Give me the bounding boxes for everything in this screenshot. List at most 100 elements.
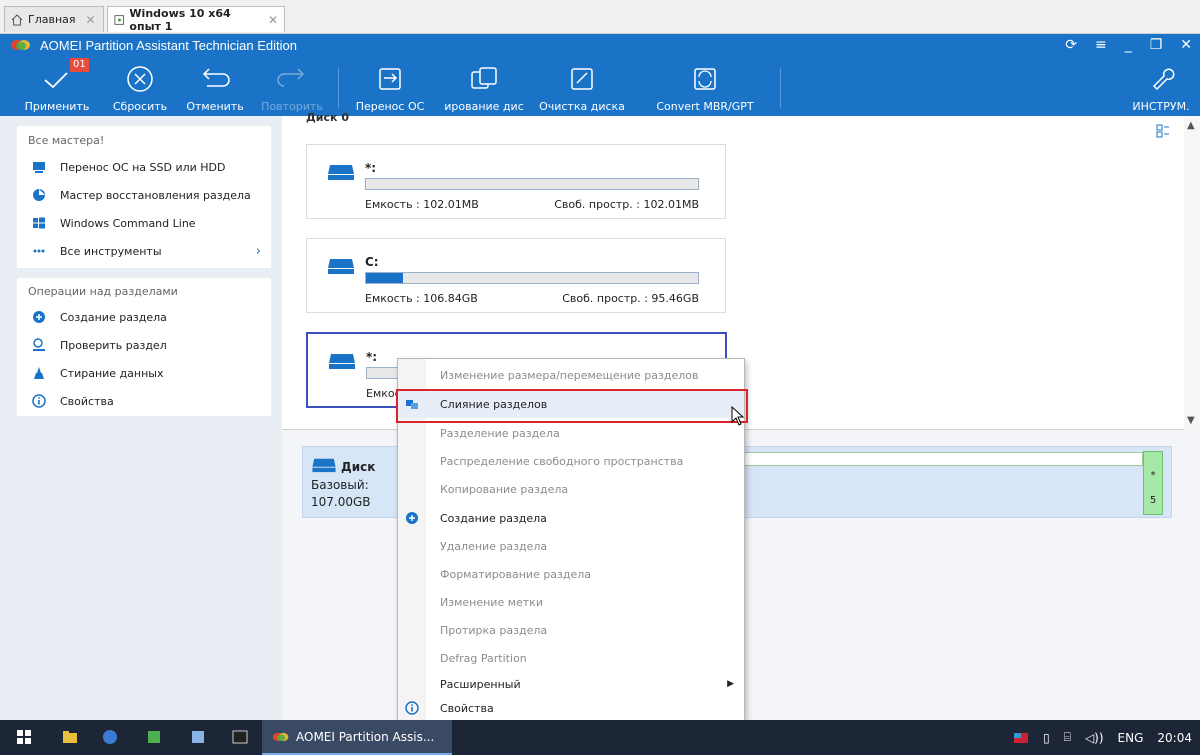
view-toggle-icon[interactable]: [1156, 124, 1170, 138]
vm-tab-label: Главная: [28, 13, 76, 26]
partition-free: Своб. простр. : 102.01MB: [554, 198, 699, 211]
app-icon[interactable]: [146, 729, 162, 745]
reset-button[interactable]: Сбросить: [108, 60, 172, 114]
command-prompt-icon[interactable]: [232, 729, 248, 745]
toolbar: 01 Применить Сбросить Отменить Повторить…: [0, 56, 1200, 116]
info-icon: [405, 701, 419, 715]
convert-mbr-gpt-button[interactable]: Convert MBR/GPT: [650, 60, 760, 114]
windows-icon: [33, 217, 45, 229]
create-partition-icon: [33, 311, 45, 323]
vm-tab-windows10[interactable]: Windows 10 x64 опыт 1 ✕: [107, 6, 285, 33]
wizard-all-tools[interactable]: Все инструменты ›: [17, 240, 271, 262]
menu-item-change-label[interactable]: Изменение метки: [398, 588, 744, 616]
system-tray: ▯ ⌸ ◁)) ENG 20:04: [1013, 720, 1192, 755]
battery-icon[interactable]: ▯: [1043, 731, 1050, 745]
left-sidebar: Все мастера! Перенос ОС на SSD или HDD М…: [0, 116, 282, 720]
op-label: Создание раздела: [60, 310, 167, 324]
app-title: AOMEI Partition Assistant Technician Edi…: [40, 37, 297, 53]
start-icon[interactable]: [16, 729, 32, 745]
menu-item-allocate-free-space[interactable]: Распределение свободного пространства: [398, 447, 744, 475]
tools-button[interactable]: ИНСТРУМ.: [1126, 60, 1196, 114]
vertical-scrollbar[interactable]: ▲ ▼: [1184, 116, 1200, 430]
op-label: Свойства: [60, 394, 114, 408]
scroll-down-icon[interactable]: ▼: [1187, 415, 1195, 426]
cancel-circle-icon: [127, 66, 153, 92]
menu-item-format[interactable]: Форматирование раздела: [398, 560, 744, 588]
minimize-icon[interactable]: _: [1125, 37, 1132, 53]
wipe-disk-button[interactable]: Очистка диска: [532, 60, 632, 114]
merge-icon: [406, 400, 418, 409]
menu-icon[interactable]: ≡: [1095, 37, 1107, 53]
menu-item-resize-move[interactable]: Изменение размера/перемещение разделов: [398, 361, 744, 389]
tools-label: ИНСТРУМ.: [1132, 100, 1190, 113]
refresh-icon[interactable]: ⟳: [1065, 37, 1077, 53]
partition-card[interactable]: *: Емкость : 102.01MB Своб. простр. : 10…: [306, 144, 726, 219]
menu-item-properties[interactable]: Свойства: [398, 694, 744, 722]
partition-name: *:: [366, 350, 378, 364]
context-menu: Изменение размера/перемещение разделов С…: [396, 358, 748, 722]
partition-name: C:: [365, 255, 379, 269]
vm-tab-label: Windows 10 x64 опыт 1: [129, 6, 231, 33]
menu-item-merge[interactable]: Слияние разделов: [396, 389, 748, 423]
menu-item-label: Копирование раздела: [440, 482, 569, 496]
more-icon: [33, 249, 45, 253]
menu-item-label: Свойства: [440, 701, 494, 715]
op-check-partition[interactable]: Проверить раздел: [17, 334, 271, 356]
partition-icon: [328, 259, 354, 274]
menu-item-split[interactable]: Разделение раздела: [398, 419, 744, 447]
close-icon[interactable]: ✕: [268, 13, 278, 27]
disk-partition-bar[interactable]: [743, 452, 1143, 466]
unallocated-block[interactable]: * 5: [1143, 451, 1163, 515]
create-partition-icon: [406, 512, 418, 524]
volume-icon[interactable]: ◁)): [1085, 731, 1104, 745]
app-icon[interactable]: [190, 729, 206, 745]
scroll-up-icon[interactable]: ▲: [1187, 120, 1195, 131]
op-wipe-data[interactable]: Стирание данных: [17, 362, 271, 384]
migrate-os-icon: [379, 68, 401, 90]
file-explorer-icon[interactable]: [62, 729, 78, 745]
menu-item-defrag[interactable]: Defrag Partition: [398, 644, 744, 672]
op-properties[interactable]: Свойства: [17, 390, 271, 412]
taskbar-app-aomei[interactable]: AOMEI Partition Assis...: [262, 720, 452, 755]
clock[interactable]: 20:04: [1157, 731, 1192, 745]
close-icon[interactable]: ✕: [86, 13, 96, 27]
vm-tab-home[interactable]: Главная ✕: [4, 6, 104, 32]
partition-card[interactable]: C: Емкость : 106.84GB Своб. простр. : 95…: [306, 238, 726, 313]
undo-icon: [202, 68, 230, 87]
menu-item-copy[interactable]: Копирование раздела: [398, 475, 744, 503]
wizard-recovery[interactable]: Мастер восстановления раздела: [17, 184, 271, 206]
partition-free: Своб. простр. : 95.46GB: [562, 292, 699, 305]
menu-item-wipe[interactable]: Протирка раздела: [398, 616, 744, 644]
restore-icon[interactable]: ❐: [1150, 37, 1163, 53]
disk-header: Диск 0: [306, 111, 349, 124]
wizard-command-line[interactable]: Windows Command Line: [17, 212, 271, 234]
menu-item-create[interactable]: Создание раздела: [398, 504, 744, 532]
pending-count-badge: 01: [70, 58, 89, 72]
menu-item-delete[interactable]: Удаление раздела: [398, 532, 744, 560]
wrench-icon: [1152, 68, 1175, 91]
redo-button[interactable]: Повторить: [256, 60, 328, 114]
wizard-migrate-os[interactable]: Перенос ОС на SSD или HDD: [17, 156, 271, 178]
close-icon[interactable]: ✕: [1180, 37, 1192, 53]
tray-app-icon[interactable]: [1013, 731, 1029, 745]
info-icon: [32, 394, 46, 408]
wipe-disk-icon: [571, 68, 593, 90]
wizards-panel: Все мастера! Перенос ОС на SSD или HDD М…: [17, 126, 271, 268]
convert-label: Convert MBR/GPT: [656, 100, 754, 113]
clone-disk-button[interactable]: ирование дис: [440, 60, 528, 114]
menu-item-label: Удаление раздела: [440, 539, 548, 553]
partition-icon: [328, 165, 354, 180]
op-create-partition[interactable]: Создание раздела: [17, 306, 271, 328]
migrate-os-button[interactable]: Перенос ОС: [350, 60, 430, 114]
apply-button[interactable]: 01 Применить: [20, 58, 94, 114]
wizard-label: Windows Command Line: [60, 216, 196, 230]
menu-item-label: Распределение свободного пространства: [440, 454, 684, 468]
aomei-logo-icon: [272, 732, 289, 741]
partition-ops-panel: Операции над разделами Создание раздела …: [17, 278, 271, 416]
app-icon[interactable]: [102, 729, 118, 745]
network-icon[interactable]: ⌸: [1064, 730, 1071, 745]
language-indicator[interactable]: ENG: [1118, 731, 1144, 745]
menu-item-label: Создание раздела: [440, 511, 547, 525]
menu-item-label: Протирка раздела: [440, 623, 548, 637]
undo-button[interactable]: Отменить: [180, 60, 250, 114]
